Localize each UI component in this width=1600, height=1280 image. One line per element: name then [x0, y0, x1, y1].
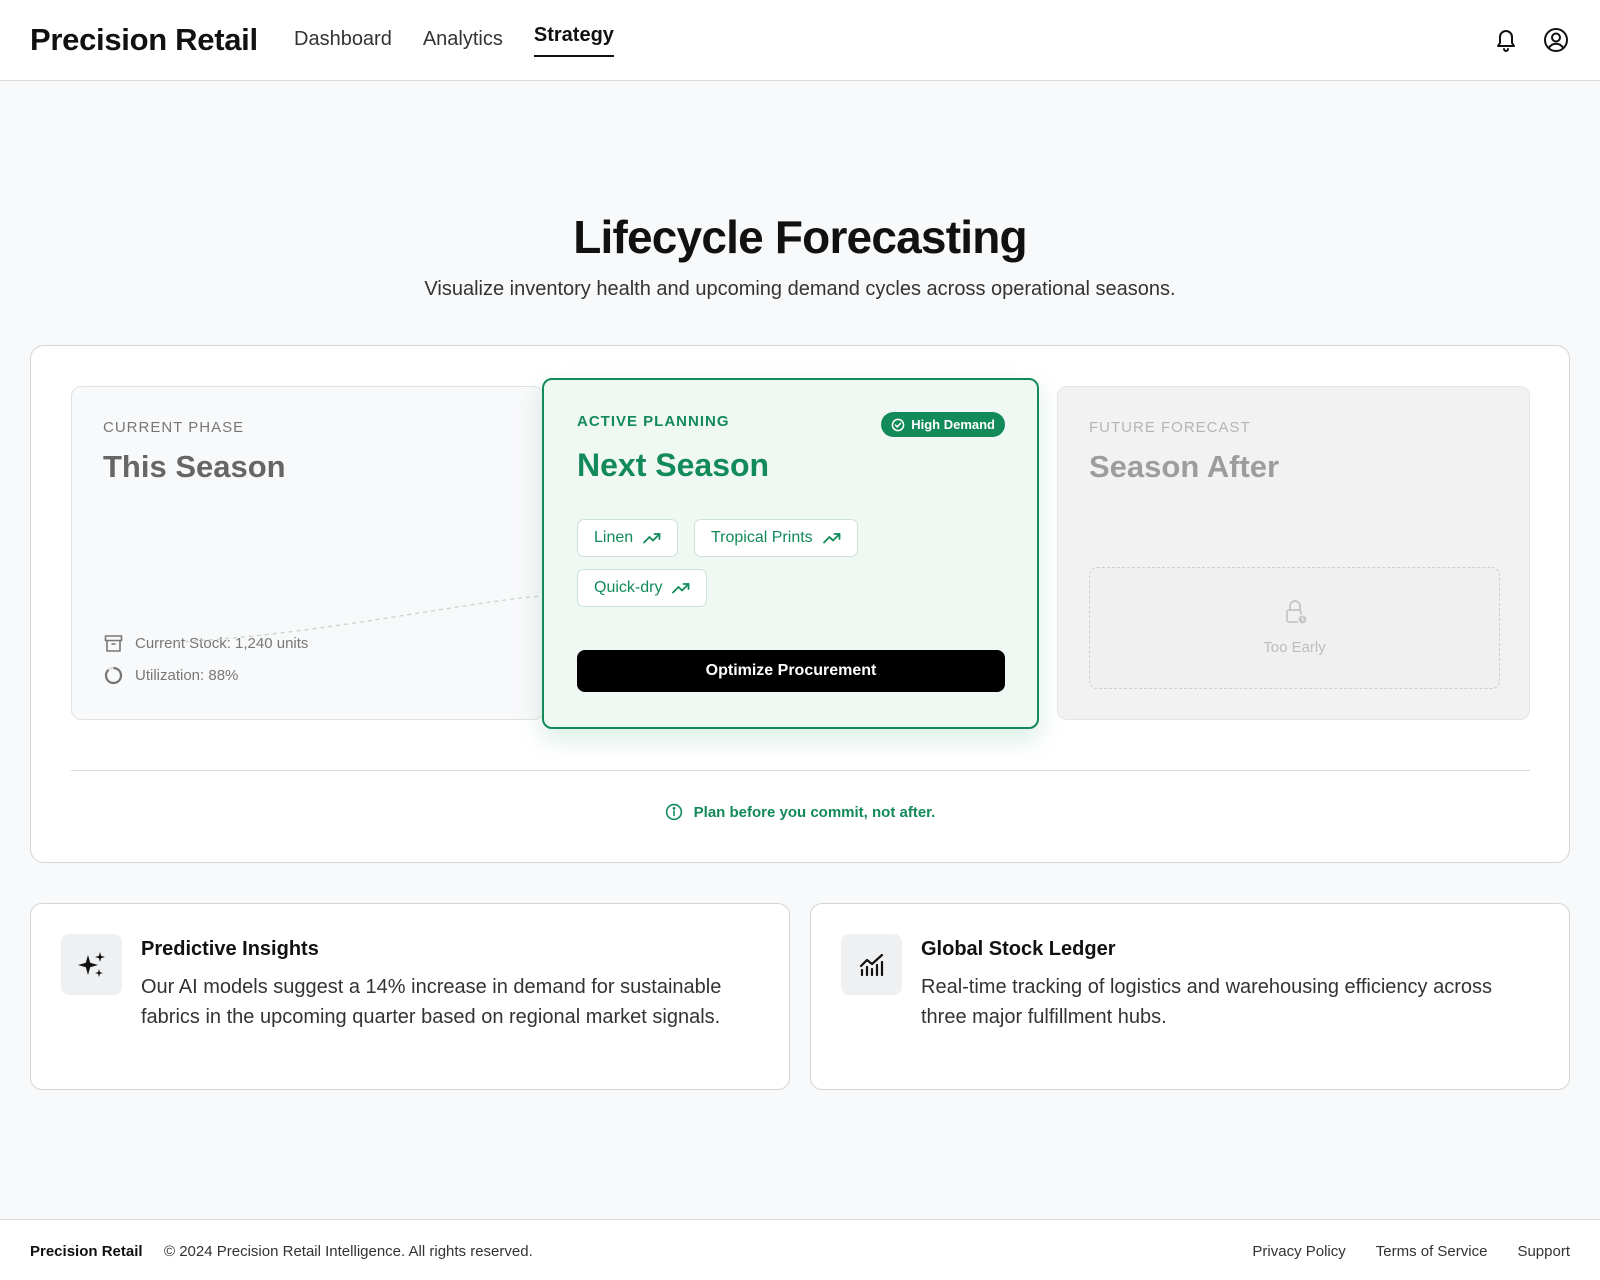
page-subtitle: Visualize inventory health and upcoming …	[424, 278, 1176, 300]
trend-chip-quick-dry[interactable]: Quick-dry	[577, 569, 708, 607]
card-title: Predictive Insights	[141, 938, 319, 960]
lifecycle-panel: CURRENT PHASE This Season Current Stock:…	[30, 345, 1570, 863]
nav-item-analytics[interactable]: Analytics	[423, 28, 503, 57]
notifications-button[interactable]	[1492, 26, 1520, 54]
footer: Precision Retail © 2024 Precision Retail…	[0, 1219, 1600, 1280]
tip-text: Plan before you commit, not after.	[693, 803, 936, 821]
bar-chart-trend-icon	[859, 953, 883, 976]
nav-item-dashboard[interactable]: Dashboard	[294, 28, 392, 57]
utilization-stat: Utilization: 88%	[103, 665, 238, 686]
chip-label: Linen	[594, 529, 634, 546]
bell-icon	[1497, 30, 1515, 52]
info-icon	[665, 803, 682, 821]
footer-links: Privacy Policy Terms of Service Support	[1252, 1243, 1570, 1260]
archive-box-icon	[104, 635, 123, 652]
phase-title: Season After	[1089, 449, 1280, 484]
active-title: Next Season	[577, 447, 770, 483]
info-icon-tile	[61, 934, 122, 995]
info-icon-tile	[841, 934, 902, 995]
trend-chip-tropical-prints[interactable]: Tropical Prints	[694, 519, 858, 557]
footer-copyright: © 2024 Precision Retail Intelligence. Al…	[164, 1243, 533, 1260]
card-title: Global Stock Ledger	[921, 938, 1116, 960]
nav-item-strategy[interactable]: Strategy	[533, 24, 614, 57]
active-kicker: ACTIVE PLANNING	[577, 413, 730, 430]
user-circle-icon	[1544, 28, 1568, 52]
phase-card-this-season[interactable]: CURRENT PHASE This Season Current Stock:…	[71, 386, 544, 720]
brand-logo[interactable]: Precision Retail	[30, 22, 258, 58]
page-title: Lifecycle Forecasting	[573, 211, 1027, 263]
phase-kicker: FUTURE FORECAST	[1089, 419, 1251, 436]
profile-button[interactable]	[1542, 26, 1570, 54]
footer-brand: Precision Retail	[30, 1243, 143, 1260]
page: Precision Retail Dashboard Analytics Str…	[0, 0, 1600, 1280]
header-actions	[1492, 26, 1570, 54]
footer-link-privacy[interactable]: Privacy Policy	[1252, 1243, 1345, 1260]
trend-chip-linen[interactable]: Linen	[577, 519, 679, 557]
phase-kicker: CURRENT PHASE	[103, 419, 245, 436]
current-stock-text: Current Stock: 1,240 units	[135, 635, 309, 652]
trending-up-icon	[822, 533, 841, 544]
lock-clock-icon	[1286, 600, 1308, 625]
main-nav: Dashboard Analytics Strategy	[294, 24, 614, 57]
utilization-text: Utilization: 88%	[135, 667, 239, 684]
locked-forecast-placeholder: Too Early	[1089, 567, 1500, 689]
planning-tip: Plan before you commit, not after.	[31, 803, 1569, 821]
badge-check-icon	[891, 418, 905, 431]
phase-title: This Season	[103, 449, 286, 484]
trending-up-icon	[643, 533, 661, 544]
current-stock-stat: Current Stock: 1,240 units	[103, 633, 308, 654]
phase-card-season-after: FUTURE FORECAST Season After Too Early	[1057, 386, 1530, 720]
locked-label: Too Early	[1263, 639, 1326, 656]
footer-link-support[interactable]: Support	[1517, 1243, 1570, 1260]
card-body: Our AI models suggest a 14% increase in …	[141, 976, 722, 1028]
progress-ring-icon	[104, 666, 123, 685]
footer-link-terms[interactable]: Terms of Service	[1376, 1243, 1488, 1260]
predictive-insights-card[interactable]: Predictive Insights Our AI models sugges…	[30, 903, 790, 1090]
high-demand-badge: High Demand	[881, 412, 1005, 437]
panel-divider	[71, 770, 1530, 771]
global-stock-ledger-card[interactable]: Global Stock Ledger Real-time tracking o…	[810, 903, 1570, 1090]
chip-label: Tropical Prints	[711, 529, 813, 546]
optimize-procurement-button[interactable]: Optimize Procurement	[577, 650, 1005, 692]
trending-up-icon	[672, 583, 690, 594]
chip-label: Quick-dry	[594, 579, 663, 596]
badge-label: High Demand	[911, 417, 995, 432]
card-body: Real-time tracking of logistics and ware…	[921, 976, 1493, 1028]
sparkles-icon	[77, 951, 105, 977]
top-navigation-bar: Precision Retail Dashboard Analytics Str…	[0, 0, 1600, 81]
phase-card-next-season[interactable]: ACTIVE PLANNING High Demand Next Season …	[542, 378, 1039, 729]
